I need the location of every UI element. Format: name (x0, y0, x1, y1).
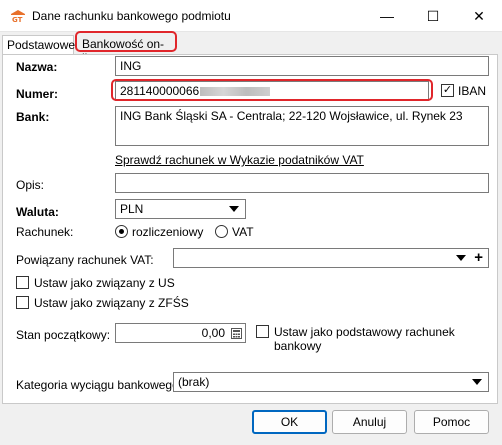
maximize-icon: ☐ (426, 7, 440, 24)
minimize-icon: — (380, 8, 394, 24)
powiazany-select[interactable]: + (173, 248, 489, 268)
us-label: Ustaw jako związany z US (34, 276, 175, 290)
app-logo-icon: GT (11, 10, 25, 23)
podstawowy-label: Ustaw jako podstawowy rachunek bankowy (274, 325, 455, 353)
bank-textarea[interactable]: ING Bank Śląski SA - Centrala; 22-120 Wo… (115, 106, 489, 146)
zfss-label: Ustaw jako związany z ZFŚS (34, 296, 189, 310)
calculator-icon[interactable] (231, 328, 242, 339)
verify-vat-link[interactable]: Sprawdź rachunek w Wykazie podatników VA… (115, 153, 364, 167)
window-title: Dane rachunku bankowego podmiotu (32, 9, 231, 23)
ok-button[interactable]: OK (252, 410, 327, 434)
waluta-label: Waluta: (16, 205, 59, 219)
numer-label: Numer: (16, 87, 59, 101)
nazwa-label: Nazwa: (16, 60, 58, 74)
podstawowy-checkbox[interactable] (256, 325, 269, 338)
rozliczeniowy-label: rozliczeniowy (132, 225, 204, 239)
nazwa-input[interactable]: ING (115, 56, 489, 76)
stan-input[interactable]: 0,00 (115, 323, 246, 343)
title-bar: GT Dane rachunku bankowego podmiotu — ☐ … (0, 0, 502, 32)
kategoria-select[interactable]: (brak) (173, 372, 489, 392)
check-icon: ✓ (442, 84, 453, 96)
chevron-down-icon (229, 206, 239, 212)
kategoria-label: Kategoria wyciągu bankowego: (16, 378, 183, 392)
kategoria-value: (brak) (178, 375, 210, 389)
waluta-value: PLN (120, 202, 144, 216)
chevron-down-icon (472, 379, 482, 385)
tab-highlight-annotation (75, 31, 177, 52)
rachunek-label: Rachunek: (16, 225, 74, 239)
chevron-down-icon (456, 255, 466, 261)
vat-label: VAT (232, 225, 254, 239)
waluta-select[interactable]: PLN (115, 199, 246, 219)
bank-label: Bank: (16, 110, 50, 124)
tab-podstawowe[interactable]: Podstawowe (2, 35, 75, 55)
radio-rozliczeniowy[interactable] (115, 225, 128, 238)
opis-input[interactable] (115, 173, 489, 193)
close-button[interactable]: ✕ (456, 0, 502, 32)
help-button[interactable]: Pomoc (414, 410, 489, 434)
us-checkbox[interactable] (16, 276, 29, 289)
opis-label: Opis: (16, 178, 45, 192)
number-highlight-annotation (111, 79, 433, 101)
stan-label: Stan początkowy: (16, 328, 111, 342)
maximize-button[interactable]: ☐ (410, 0, 456, 32)
zfss-checkbox[interactable] (16, 296, 29, 309)
plus-icon[interactable]: + (474, 249, 483, 266)
radio-vat[interactable] (215, 225, 228, 238)
powiazany-label: Powiązany rachunek VAT: (16, 253, 154, 267)
cancel-button[interactable]: Anuluj (332, 410, 407, 434)
iban-checkbox[interactable]: ✓ (441, 84, 454, 97)
iban-label: IBAN (458, 84, 487, 98)
stan-value: 0,00 (201, 326, 225, 340)
svg-text:GT: GT (12, 16, 23, 23)
close-icon: ✕ (473, 7, 485, 24)
minimize-button[interactable]: — (364, 0, 410, 32)
